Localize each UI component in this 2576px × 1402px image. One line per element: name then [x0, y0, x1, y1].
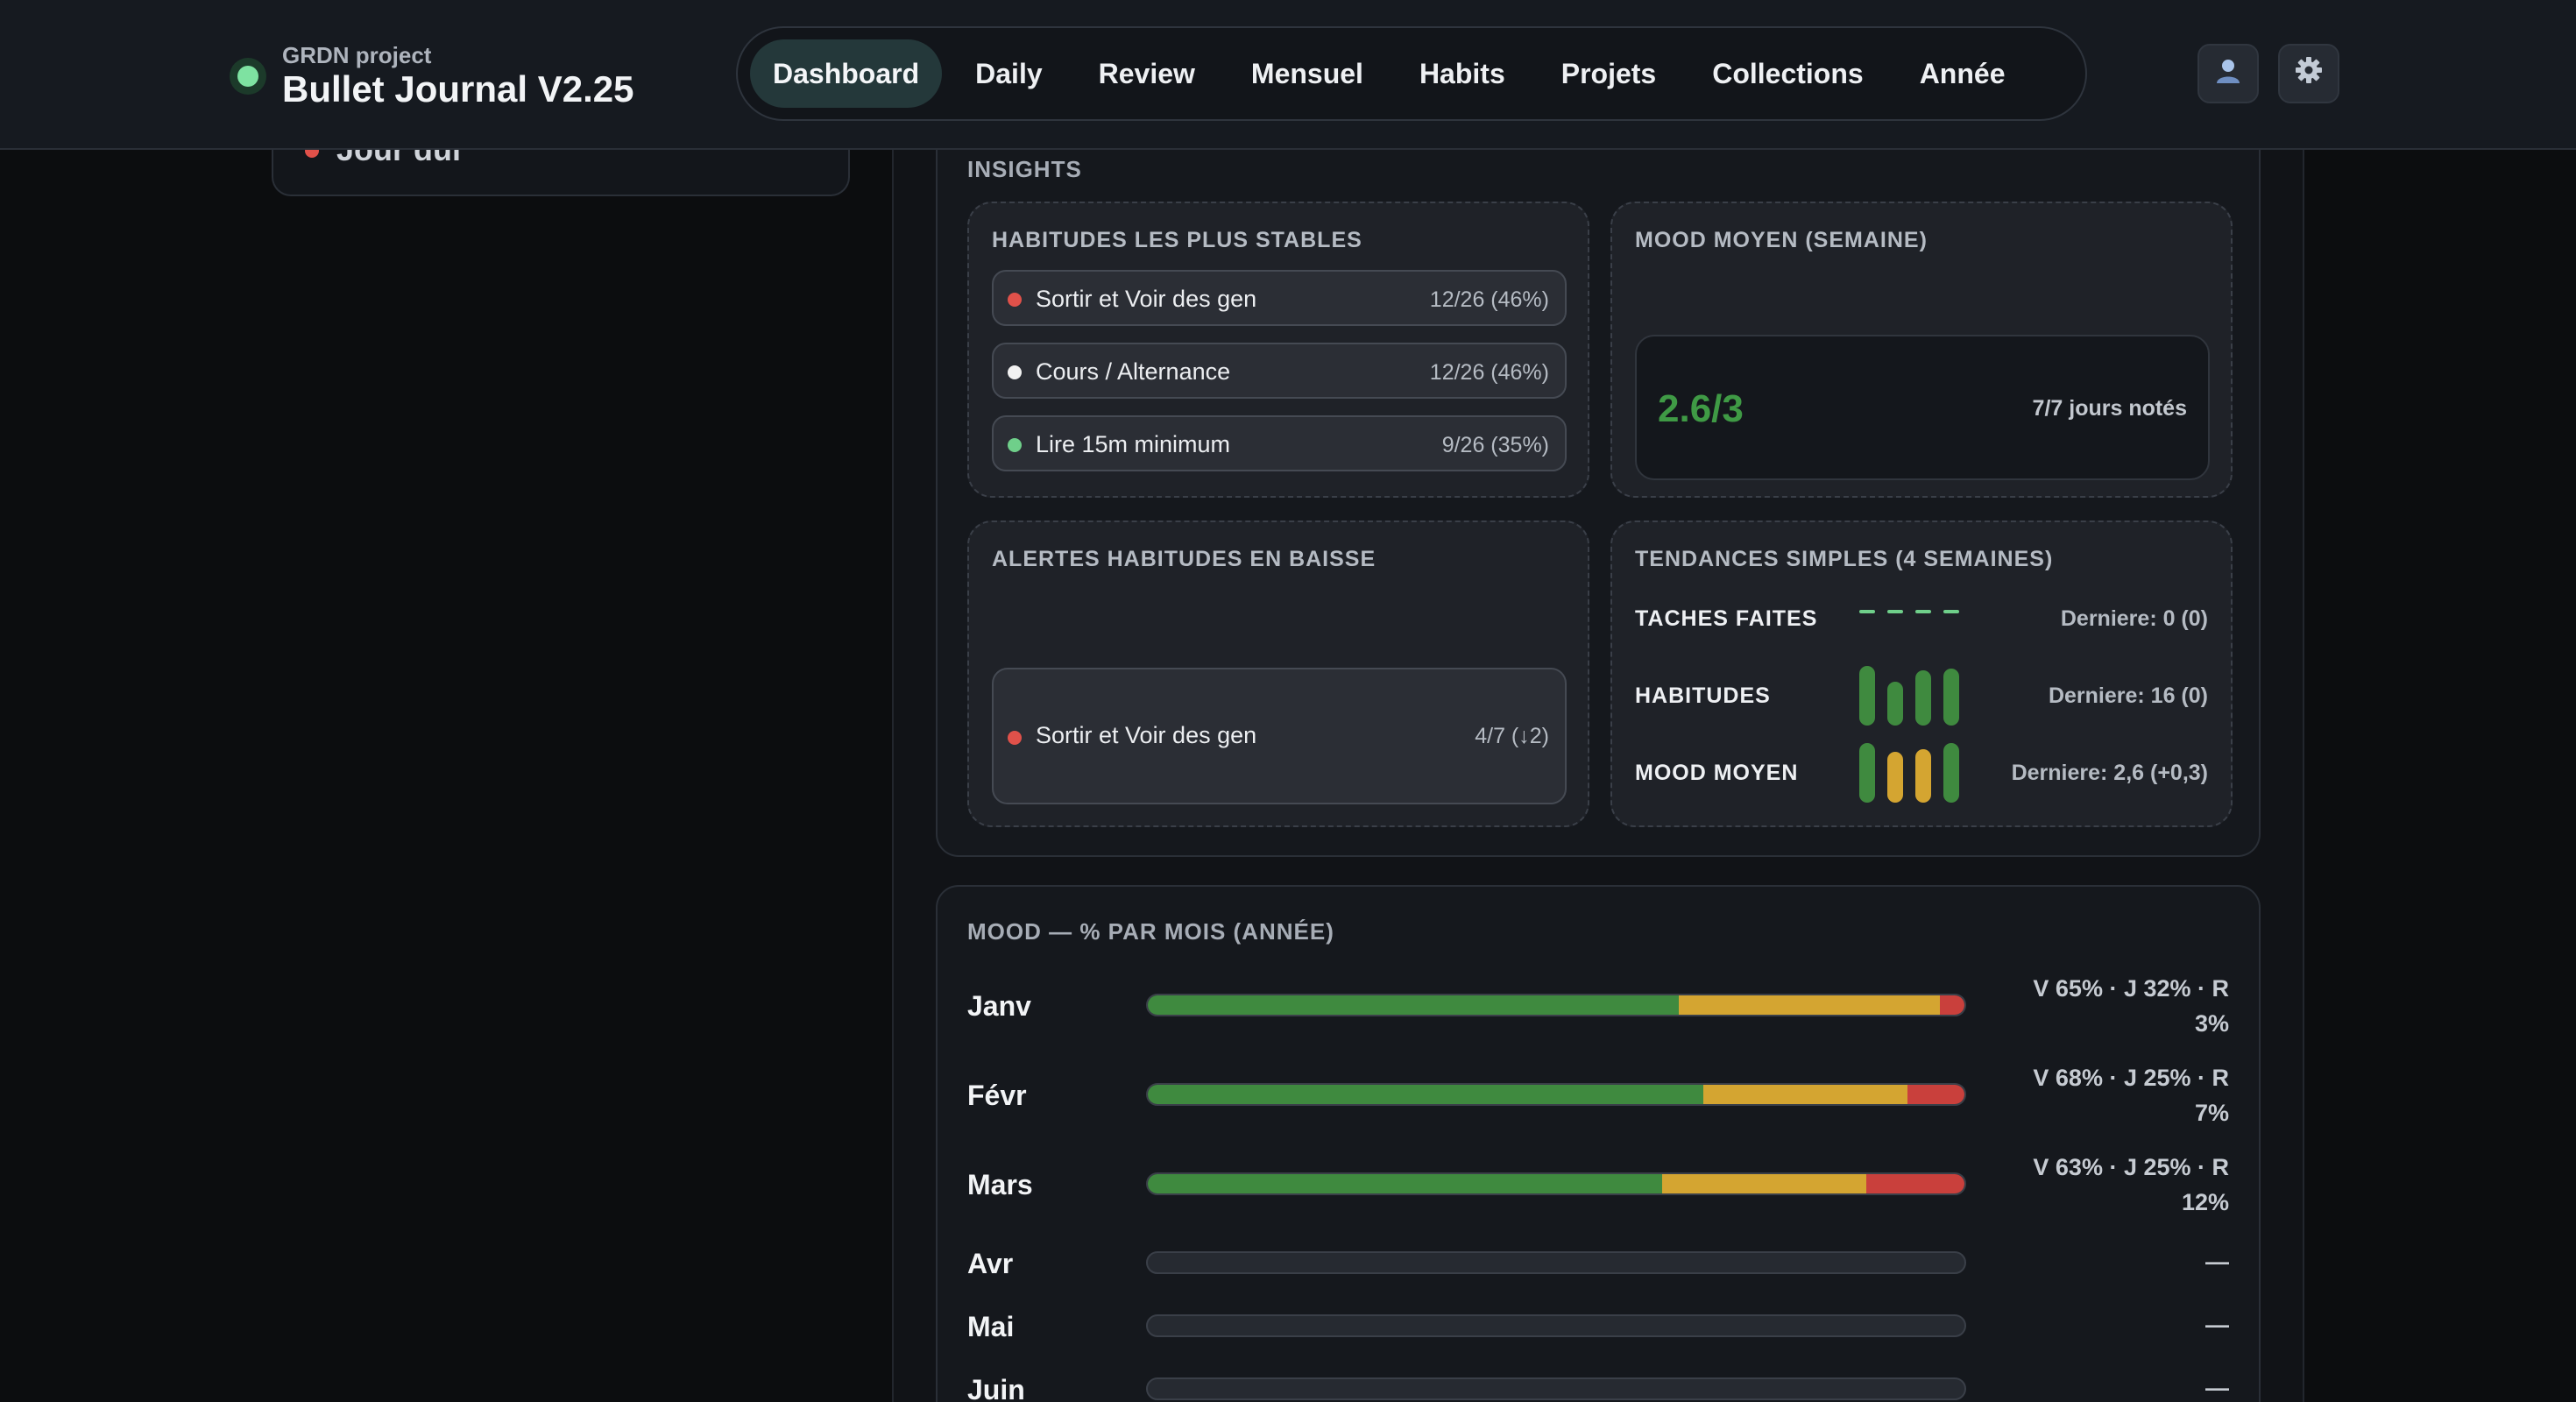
habit-dot-icon: [1008, 438, 1022, 452]
status-dot-icon: [230, 58, 266, 95]
trend-last-value: Derniere: 0 (0): [2060, 606, 2208, 631]
mood-week-summary: 2.6/3 7/7 jours notés: [1635, 335, 2210, 480]
list-item[interactable]: Sortir et Voir des gen 4/7 (↓2): [992, 668, 1567, 804]
mood-average-value: 2.6/3: [1658, 387, 1744, 430]
mood-segment-v: [1148, 995, 1679, 1015]
mood-bar: [1146, 1251, 1966, 1274]
list-item[interactable]: Lire 15m minimum 9/26 (35%): [992, 415, 1567, 471]
mood-bar: [1146, 1083, 1966, 1106]
trend-bar: [1859, 610, 1875, 613]
month-row: Févr V 68% · J 25% · R 7%: [967, 1065, 2229, 1126]
trend-label: HABITUDES: [1635, 683, 1771, 708]
mood-segment-j: [1662, 1174, 1867, 1193]
main-nav: Dashboard Daily Review Mensuel Habits Pr…: [736, 26, 2087, 121]
user-button[interactable]: [2197, 44, 2259, 103]
settings-button[interactable]: [2278, 44, 2339, 103]
nav-habits[interactable]: Habits: [1397, 39, 1528, 108]
nav-projets[interactable]: Projets: [1539, 39, 1679, 108]
trend-label: TACHES FAITES: [1635, 606, 1818, 631]
trend-bars: [1859, 740, 1964, 803]
card-title: TENDANCES SIMPLES (4 SEMAINES): [1635, 547, 2054, 571]
project-name: GRDN project: [282, 42, 432, 68]
trend-bar: [1859, 743, 1875, 803]
mood-segment-v: [1148, 1174, 1663, 1193]
card-title: ALERTES HABITUDES EN BAISSE: [992, 547, 1376, 571]
trend-bar: [1859, 666, 1875, 726]
month-row: Avr —: [967, 1248, 2229, 1279]
mood-segment-r: [1940, 995, 1964, 1015]
nav-mensuel[interactable]: Mensuel: [1228, 39, 1386, 108]
mood-bar: [1146, 1172, 1966, 1195]
trends-card: TENDANCES SIMPLES (4 SEMAINES) TACHES FA…: [1610, 520, 2233, 827]
trend-bar: [1943, 610, 1959, 613]
list-item[interactable]: Sortir et Voir des gen 12/26 (46%): [992, 270, 1567, 326]
mood-days-noted: 7/7 jours notés: [2032, 396, 2187, 421]
trend-bar: [1915, 749, 1931, 803]
card-title: MOOD MOYEN (SEMAINE): [1635, 228, 1928, 252]
insights-card: INSIGHTS HABITUDES LES PLUS STABLES Sort…: [936, 105, 2261, 857]
app-title: Bullet Journal V2.25: [282, 68, 634, 110]
card-title: HABITUDES LES PLUS STABLES: [992, 228, 1362, 252]
habit-dot-icon: [1008, 293, 1022, 307]
list-item[interactable]: Cours / Alternance 12/26 (46%): [992, 343, 1567, 399]
gear-icon: [2294, 55, 2324, 93]
trend-bar: [1887, 682, 1903, 726]
user-icon: [2213, 55, 2243, 93]
trend-bar: [1887, 610, 1903, 613]
mood-bar: [1146, 994, 1966, 1016]
nav-collections[interactable]: Collections: [1689, 39, 1886, 108]
trend-bar: [1915, 610, 1931, 613]
mood-segment-r: [1907, 1085, 1964, 1104]
mood-bar: [1146, 1314, 1966, 1337]
mood-segment-j: [1702, 1085, 1907, 1104]
nav-daily[interactable]: Daily: [952, 39, 1065, 108]
alerts-card: ALERTES HABITUDES EN BAISSE Sortir et Vo…: [967, 520, 1589, 827]
habit-dot-icon: [1008, 365, 1022, 379]
trend-bar: [1887, 752, 1903, 803]
habit-dot-icon: [1008, 731, 1022, 745]
section-title: INSIGHTS: [967, 156, 1082, 182]
trend-bars: [1859, 610, 1964, 617]
mood-segment-r: [1866, 1174, 1964, 1193]
trend-bar: [1915, 670, 1931, 726]
mood-year-card: MOOD — % PAR MOIS (ANNÉE) Janv V 65% · J…: [936, 885, 2261, 1402]
stable-habits-card: HABITUDES LES PLUS STABLES Sortir et Voi…: [967, 202, 1589, 498]
month-row: Mai —: [967, 1311, 2229, 1342]
section-title: MOOD — % PAR MOIS (ANNÉE): [967, 918, 1334, 945]
nav-annee[interactable]: Année: [1897, 39, 2028, 108]
trend-bars: [1859, 662, 1964, 726]
trend-bar: [1943, 743, 1959, 803]
nav-dashboard[interactable]: Dashboard: [750, 39, 943, 108]
month-row: Janv V 65% · J 32% · R 3%: [967, 975, 2229, 1037]
mood-week-card: MOOD MOYEN (SEMAINE) 2.6/3 7/7 jours not…: [1610, 202, 2233, 498]
mood-bar: [1146, 1377, 1966, 1400]
app-header: GRDN project Bullet Journal V2.25 Dashbo…: [0, 0, 2576, 150]
mood-segment-j: [1678, 995, 1941, 1015]
trend-last-value: Derniere: 2,6 (+0,3): [2011, 761, 2208, 785]
trend-last-value: Derniere: 16 (0): [2048, 683, 2208, 708]
month-row: Juin —: [967, 1374, 2229, 1402]
month-row: Mars V 63% · J 25% · R 12%: [967, 1154, 2229, 1215]
trend-bar: [1943, 669, 1959, 726]
trend-label: MOOD MOYEN: [1635, 761, 1799, 785]
nav-review[interactable]: Review: [1076, 39, 1218, 108]
mood-segment-v: [1148, 1085, 1703, 1104]
